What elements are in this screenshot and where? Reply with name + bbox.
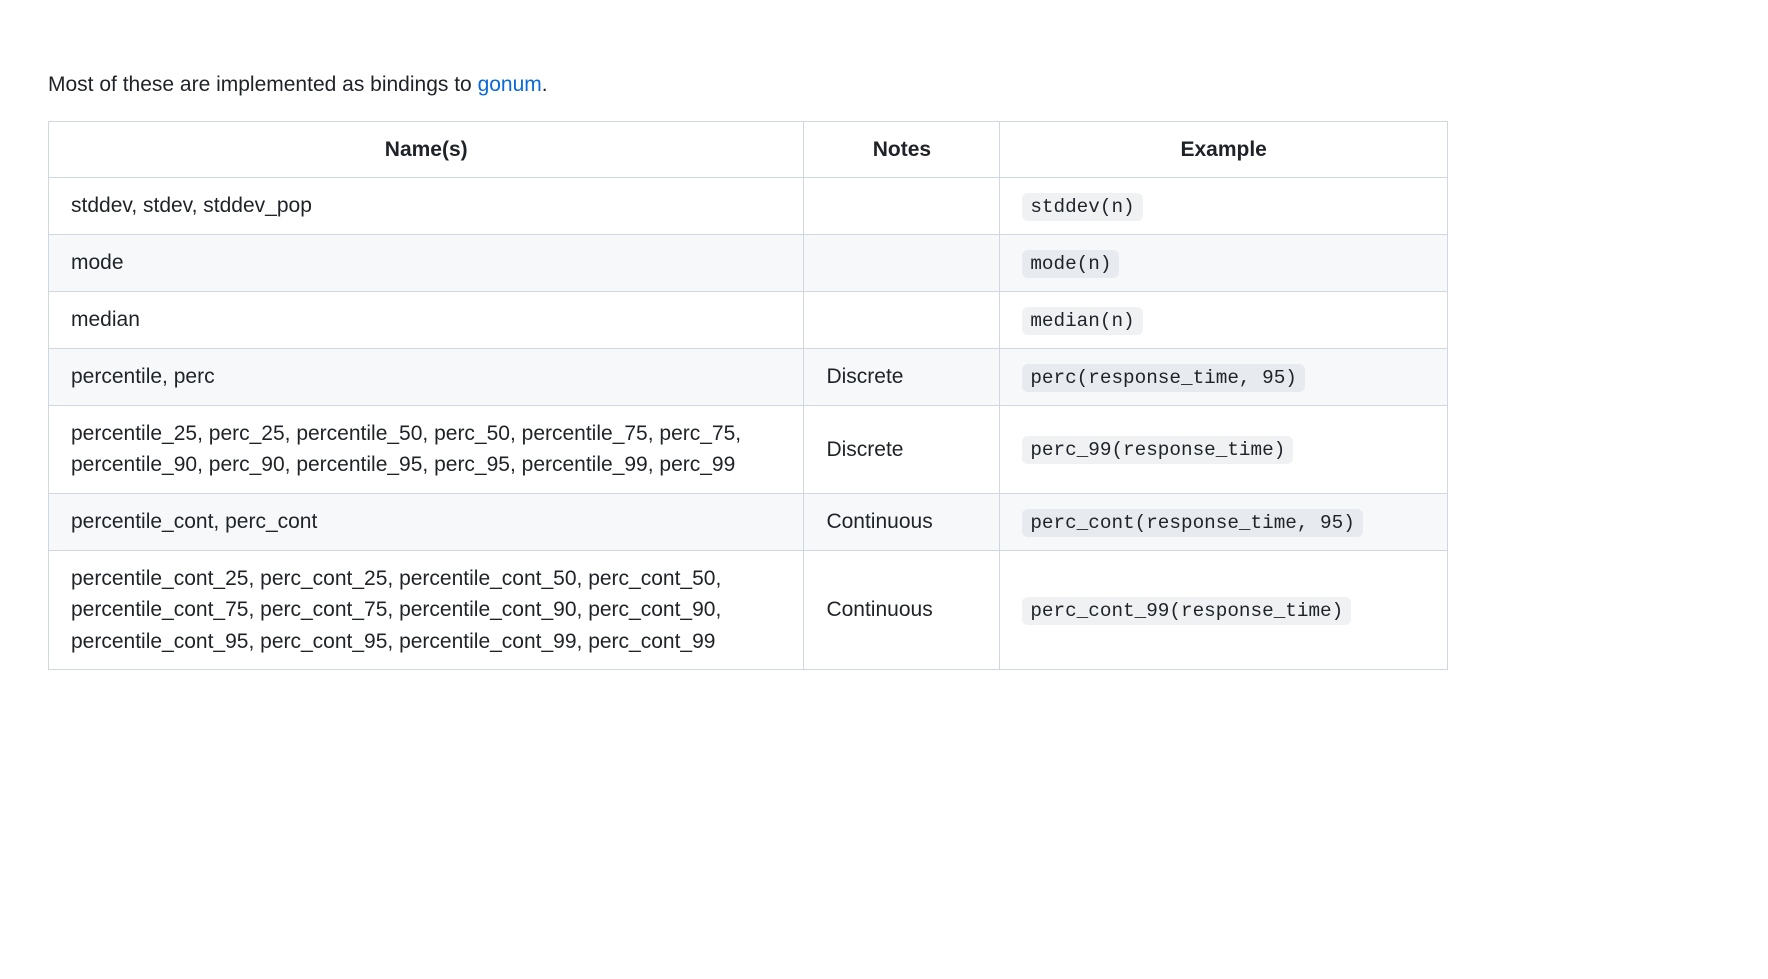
cell-example: mode(n) [1000,234,1448,291]
cell-notes: Continuous [804,493,1000,550]
cell-names: mode [49,234,804,291]
table-header-row: Name(s) Notes Example [49,121,1448,178]
table-row: percentile_cont, perc_cont Continuous pe… [49,493,1448,550]
cell-notes: Continuous [804,550,1000,670]
cell-notes [804,291,1000,348]
intro-text-suffix: . [542,73,548,96]
header-names: Name(s) [49,121,804,178]
cell-names: percentile, perc [49,348,804,405]
cell-example: perc(response_time, 95) [1000,348,1448,405]
cell-notes: Discrete [804,405,1000,493]
code-example: mode(n) [1022,250,1119,278]
table-row: percentile, perc Discrete perc(response_… [49,348,1448,405]
code-example: perc(response_time, 95) [1022,364,1305,392]
cell-names: stddev, stdev, stddev_pop [49,178,804,235]
cell-example: perc_99(response_time) [1000,405,1448,493]
table-row: percentile_cont_25, perc_cont_25, percen… [49,550,1448,670]
code-example: perc_99(response_time) [1022,436,1293,464]
cell-names: percentile_25, perc_25, percentile_50, p… [49,405,804,493]
intro-text-prefix: Most of these are implemented as binding… [48,73,478,96]
table-row: percentile_25, perc_25, percentile_50, p… [49,405,1448,493]
intro-paragraph: Most of these are implemented as binding… [48,69,1720,101]
functions-table: Name(s) Notes Example stddev, stdev, std… [48,121,1448,671]
table-row: median median(n) [49,291,1448,348]
table-row: stddev, stdev, stddev_pop stddev(n) [49,178,1448,235]
cell-notes [804,234,1000,291]
header-example: Example [1000,121,1448,178]
cell-example: stddev(n) [1000,178,1448,235]
cell-example: median(n) [1000,291,1448,348]
table-row: mode mode(n) [49,234,1448,291]
cell-example: perc_cont(response_time, 95) [1000,493,1448,550]
header-notes: Notes [804,121,1000,178]
cell-names: median [49,291,804,348]
code-example: median(n) [1022,307,1142,335]
cell-names: percentile_cont_25, perc_cont_25, percen… [49,550,804,670]
cell-notes: Discrete [804,348,1000,405]
cell-notes [804,178,1000,235]
cell-names: percentile_cont, perc_cont [49,493,804,550]
gonum-link[interactable]: gonum [478,73,542,96]
code-example: stddev(n) [1022,193,1142,221]
cell-example: perc_cont_99(response_time) [1000,550,1448,670]
code-example: perc_cont(response_time, 95) [1022,509,1363,537]
code-example: perc_cont_99(response_time) [1022,597,1351,625]
